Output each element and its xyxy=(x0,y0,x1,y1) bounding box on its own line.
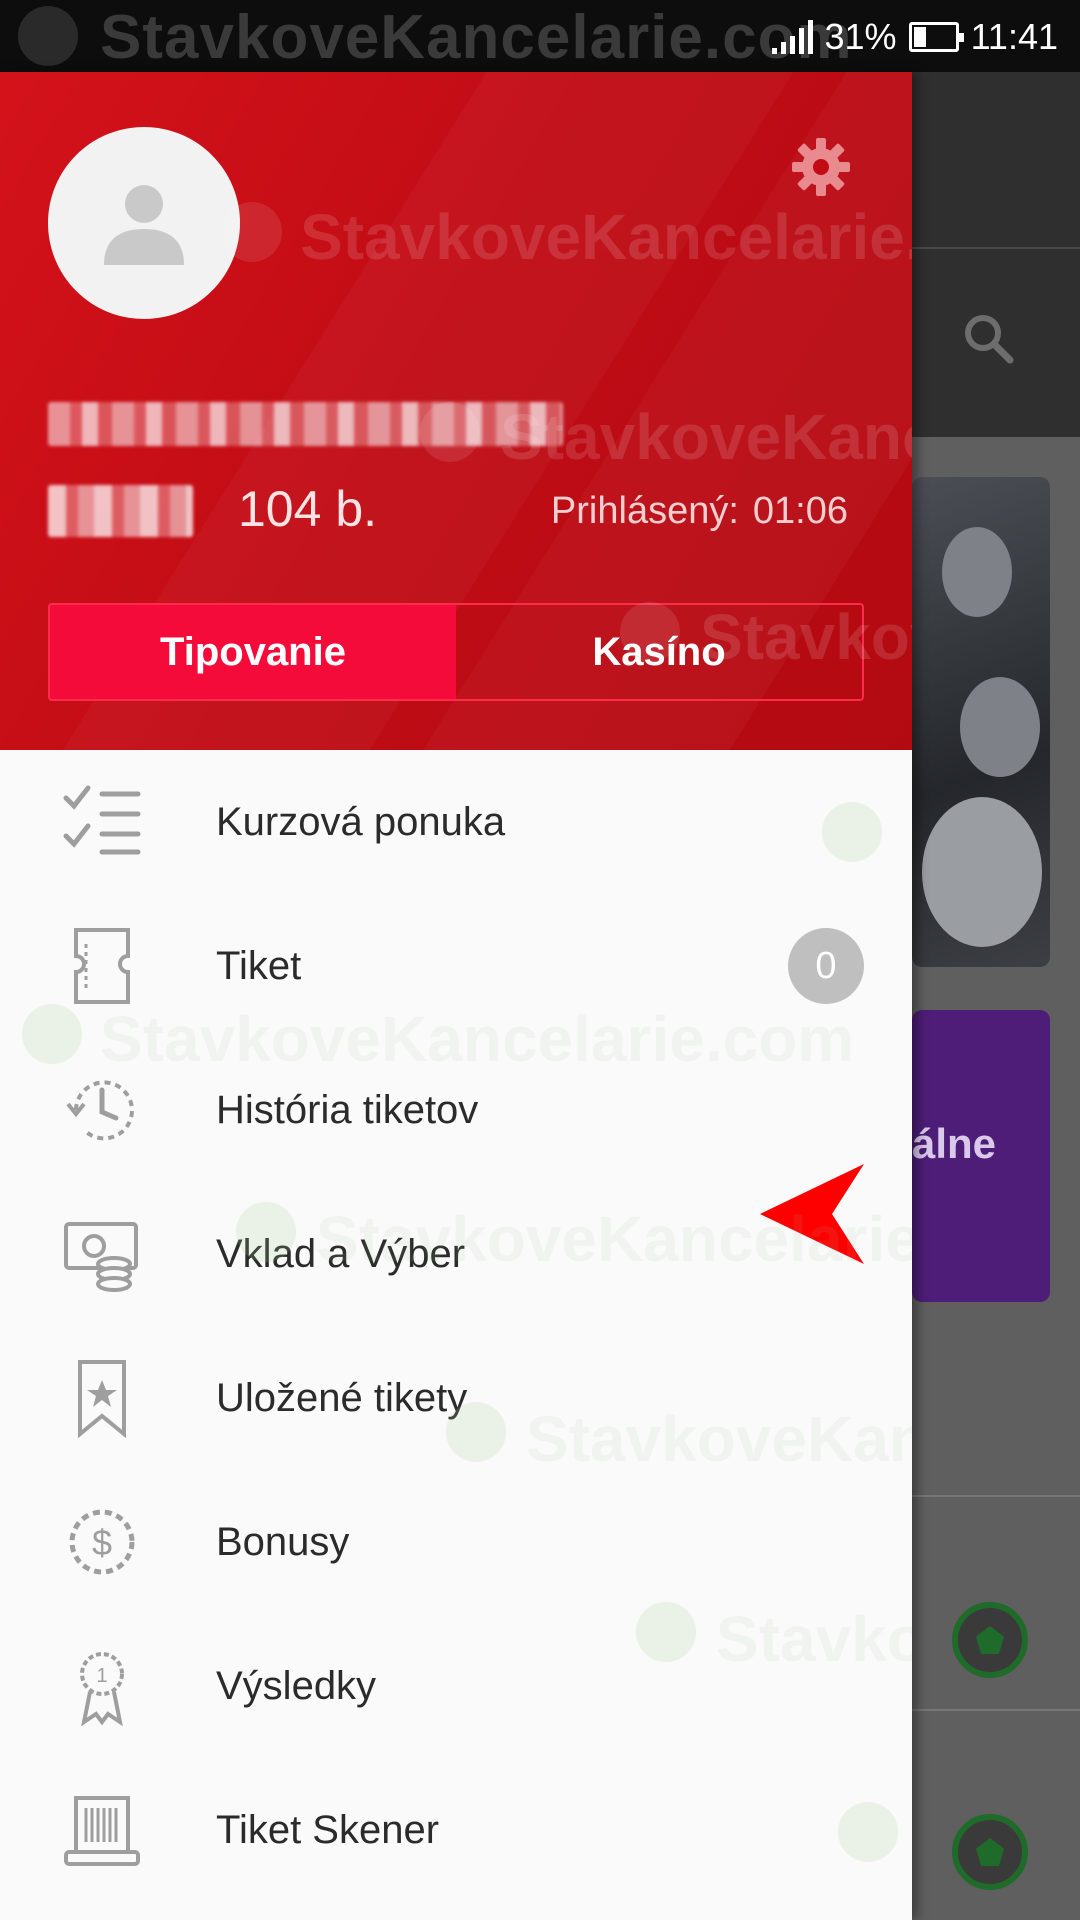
status-icons: 31% 11:41 xyxy=(771,12,1058,62)
bookmark-star-icon xyxy=(78,1360,126,1438)
signal-icon xyxy=(771,20,813,54)
navigation-drawer: 104 b. Prihlásený: 01:06 Tipovanie Kasíno… xyxy=(0,72,912,1920)
medal-icon: 1 xyxy=(80,1652,124,1726)
watermark-play-icon xyxy=(420,402,480,462)
search-icon xyxy=(965,315,1014,364)
checklist-icon xyxy=(63,785,141,855)
watermark-text: StavkoveKancelarie.com xyxy=(100,3,853,72)
background-app: álne xyxy=(912,72,1080,1920)
background-toolbar xyxy=(912,72,1080,437)
menu-item-tiket-skener[interactable]: Tiket Skener xyxy=(0,1758,912,1902)
mode-switch: Tipovanie Kasíno xyxy=(48,603,864,701)
login-duration: Prihlásený: 01:06 xyxy=(551,490,848,533)
barcode-scanner-icon xyxy=(64,1796,140,1866)
menu-item-label: História tiketov xyxy=(216,1087,479,1132)
menu-item-vysledky[interactable]: 1 Výsledky xyxy=(0,1614,912,1758)
menu-item-historia-tiketov[interactable]: História tiketov xyxy=(0,1038,912,1182)
login-duration-time: 01:06 xyxy=(752,490,848,532)
status-bar: StavkoveKancelarie.com 31% 11:41 xyxy=(0,0,1080,72)
ticket-icon xyxy=(74,928,130,1004)
background-promo-image xyxy=(912,477,1050,967)
background-promo-card: álne xyxy=(912,1010,1050,1302)
menu-item-label: Výsledky xyxy=(216,1663,377,1708)
login-duration-label: Prihlásený: xyxy=(550,490,739,532)
svg-text:$: $ xyxy=(92,1522,112,1563)
history-clock-icon xyxy=(66,1080,134,1141)
football-icon xyxy=(952,1602,1028,1678)
drawer-menu: Kurzová ponuka Tiket 0 História tiketov xyxy=(0,750,912,1902)
masked-email xyxy=(48,402,563,446)
avatar[interactable] xyxy=(48,127,240,319)
svg-text:1: 1 xyxy=(96,1665,107,1687)
bonus-dollar-icon: $ xyxy=(69,1509,135,1575)
watermark-play-icon xyxy=(236,1202,296,1262)
menu-item-label: Kurzová ponuka xyxy=(216,799,506,844)
menu-item-bonusy[interactable]: $ Bonusy xyxy=(0,1470,912,1614)
pointer-arrow-icon xyxy=(760,1164,864,1264)
watermark-play-icon xyxy=(222,202,282,262)
menu-item-label: Tiket xyxy=(216,943,302,988)
menu-item-label: Bonusy xyxy=(216,1519,350,1564)
football-icon xyxy=(952,1814,1028,1890)
menu-item-tiket[interactable]: Tiket 0 xyxy=(0,894,912,1038)
gear-icon[interactable] xyxy=(790,136,852,198)
watermark-play-icon xyxy=(620,602,680,662)
clock: 11:41 xyxy=(970,16,1058,57)
menu-item-kurzova-ponuka[interactable]: Kurzová ponuka xyxy=(0,750,912,894)
watermark-play-icon xyxy=(22,1004,82,1064)
watermark-play-icon xyxy=(446,1402,506,1462)
menu-item-label: Tiket Skener xyxy=(216,1807,440,1852)
user-avatar-icon xyxy=(104,185,184,265)
background-card-text: álne xyxy=(912,1120,997,1167)
points-value: 104 b. xyxy=(238,481,378,537)
menu-item-label: Uložené tikety xyxy=(216,1375,468,1420)
battery-percent: 31% xyxy=(824,16,897,57)
watermark-play-icon xyxy=(636,1602,696,1662)
battery-icon xyxy=(908,22,964,52)
watermark-play-icon xyxy=(838,1802,898,1862)
money-coins-icon xyxy=(64,1222,138,1292)
watermark-play-icon xyxy=(822,802,882,862)
watermark-play-icon xyxy=(18,6,78,66)
masked-balance xyxy=(48,485,193,537)
tab-tipovanie[interactable]: Tipovanie xyxy=(50,605,456,699)
ticket-count-badge: 0 xyxy=(788,928,864,1004)
